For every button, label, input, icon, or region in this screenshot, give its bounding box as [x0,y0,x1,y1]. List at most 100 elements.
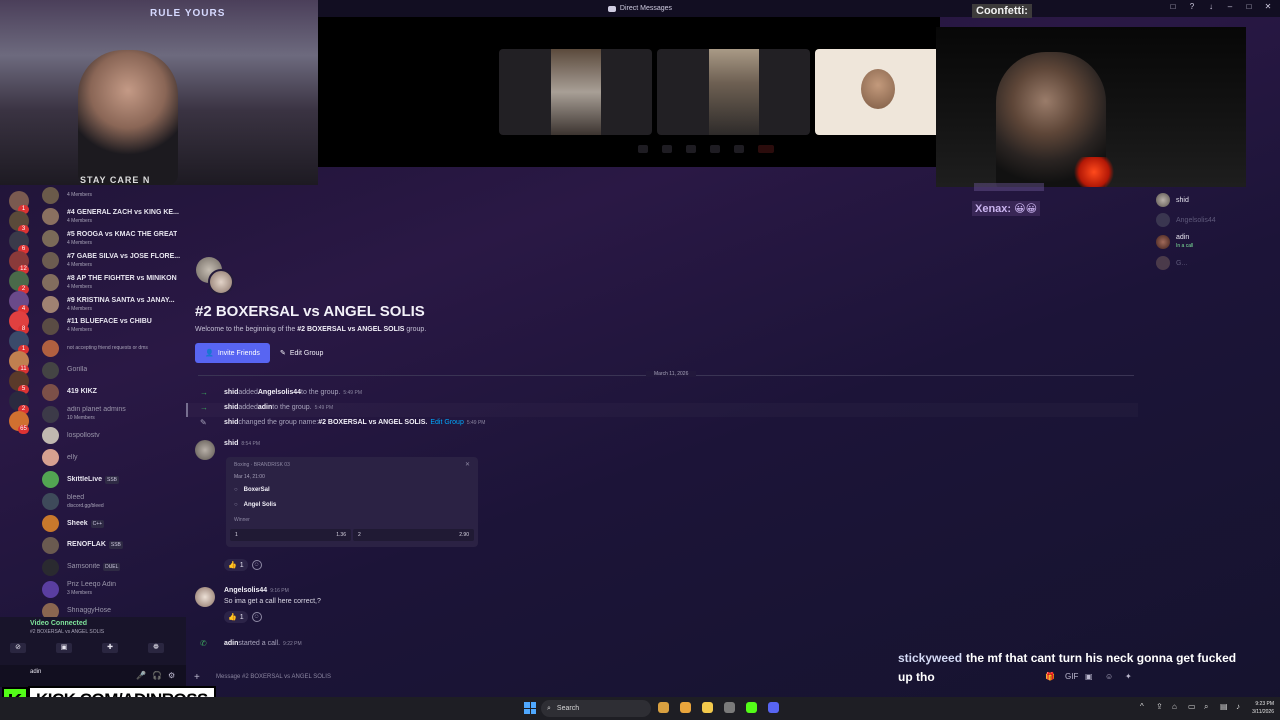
activities-icon[interactable] [710,145,720,153]
screen-share-button[interactable]: ▣ [56,643,72,653]
maximize-button[interactable]: □ [1245,3,1253,11]
taskbar-app-icon[interactable] [702,702,713,713]
tray-icon[interactable]: ⇪ [1156,703,1164,711]
taskbar-search[interactable]: ⌕ Search [541,700,651,717]
welcome-text: Welcome to the beginning of the #2 BOXER… [195,326,426,333]
dm-list-item[interactable]: #8 AP THE FIGHTER vs MINIKON 4 Members [42,273,187,293]
dm-list-item[interactable]: elly [42,448,187,468]
call-controls [638,145,774,153]
dm-list-item[interactable]: bleed discord.gg/bleed [42,492,187,512]
reaction-thumbs-up[interactable]: 👍 1 [224,611,248,623]
odds-label: 2 [358,532,361,538]
bet-option[interactable]: Angel Solis [234,502,277,508]
dm-list-item[interactable]: #7 GABE SILVA vs JOSE FLORE... 4 Members [42,251,187,271]
dm-list-item[interactable]: #4 GENERAL ZACH vs KING KE... 4 Members [42,207,187,227]
author-name[interactable]: Angelsolis44 [224,587,267,594]
inbox-icon[interactable]: □ [1169,3,1177,11]
actor-name[interactable]: shid [224,404,238,411]
minimize-button[interactable]: – [1226,3,1234,11]
dm-list-item[interactable]: adin planet admins 10 Members [42,404,187,424]
dm-list-item[interactable]: Gorilla [42,360,187,380]
edit-group-button[interactable]: ✎ Edit Group [280,343,323,363]
dm-list-item[interactable]: #11 BLUEFACE vs CHIBU 4 Members [42,316,187,336]
dm-list-item[interactable]: #9 KRISTINA SANTA vs JANAY... 4 Members [42,295,187,315]
video-tile[interactable] [815,49,940,135]
clock[interactable]: 9:23 PM 3/11/2026 [1252,700,1274,716]
tray-icon[interactable]: ⌂ [1172,703,1180,711]
video-tile[interactable] [499,49,652,135]
download-icon[interactable]: ↓ [1207,3,1215,11]
timestamp: 8:54 PM [241,441,261,447]
soundboard-button[interactable]: ❁ [148,643,164,653]
actor-name[interactable]: adin [224,640,238,647]
mic-icon[interactable] [638,145,648,153]
dm-list-item[interactable]: lospollostv [42,426,187,446]
tray-icon[interactable]: ▤ [1220,703,1228,711]
actor-name[interactable]: shid [224,389,238,396]
video-tile[interactable] [657,49,810,135]
dm-list-item[interactable]: Priz Leeqo Adin 3 Members [42,579,187,599]
username[interactable]: adin [30,669,41,675]
invite-friends-button[interactable]: 👤 Invite Friends [195,343,270,363]
dm-list-item[interactable]: 4 Members [42,185,187,205]
dm-list-item[interactable]: 419 KIKZ [42,382,187,402]
attach-plus-icon[interactable]: + [194,672,204,683]
dm-list-item[interactable]: not accepting friend requests or dms [42,338,187,358]
help-icon[interactable]: ? [1188,3,1196,11]
add-reaction-icon[interactable]: ☺ [251,560,262,570]
member-item[interactable]: Angelsolis44 [1156,213,1216,227]
taskbar-app-icon[interactable] [680,702,691,713]
edit-group-link[interactable]: Edit Group [430,419,463,426]
camera-off-button[interactable]: ⊘ [10,643,26,653]
bet-option[interactable]: BoxerSal [234,487,270,493]
avatar [1156,213,1170,227]
close-icon[interactable]: ✕ [465,461,470,468]
taskbar-app-icon[interactable] [658,702,669,713]
tray-icon[interactable]: ▭ [1188,703,1196,711]
member-item[interactable]: G... [1156,256,1187,270]
dm-list-item[interactable]: #5 ROOGA vs KMAC THE GREAT 4 Members [42,229,187,249]
tray-icon[interactable]: ♪ [1236,703,1244,711]
dm-subtitle: 4 Members [67,305,93,312]
reaction-thumbs-up[interactable]: 👍 1 [224,559,248,571]
taskbar-app-icon[interactable] [724,702,735,713]
close-button[interactable]: ✕ [1264,3,1272,11]
bet-embed[interactable]: Boxing · BRANDRISK 03 ✕ Mar 14, 21:00 Bo… [226,457,478,547]
actor-name[interactable]: shid [224,419,238,426]
soundboard-icon[interactable] [734,145,744,153]
author-name[interactable]: shid [224,440,238,447]
dm-list-item[interactable]: Sheek C++ [42,514,187,534]
screen-share-icon[interactable] [686,145,696,153]
odds-button[interactable]: 2 2.90 [353,529,474,541]
avatar[interactable] [195,587,215,607]
headphones-icon[interactable]: 🎧 [152,672,162,680]
guild-tag: C++ [90,519,105,528]
member-item[interactable]: shid [1156,193,1189,207]
dm-subtitle: 3 Members [67,590,93,597]
tray-icon[interactable]: ⌕ [1204,703,1212,711]
voice-channel[interactable]: #2 BOXERSAL vs ANGEL SOLIS [30,629,104,635]
settings-icon[interactable]: ⚙ [168,672,176,680]
hang-up-button[interactable] [758,145,774,153]
taskbar-app-icon[interactable] [768,702,779,713]
mic-icon[interactable]: 🎤 [136,672,146,680]
odds-value: 1.36 [336,532,346,538]
dm-subtitle: discord.gg/bleed [67,502,104,509]
add-reaction-icon[interactable]: ☺ [251,612,262,622]
dm-list-item[interactable]: RENOFLAK SSB [42,535,187,555]
tray-icon[interactable]: ^ [1140,703,1148,711]
member-name: adin [1176,234,1190,241]
start-button[interactable] [524,702,536,714]
member-item[interactable]: adin In a call [1156,234,1193,250]
target-name[interactable]: adin [258,404,272,411]
dm-list-item[interactable]: Samsonite DUEL [42,557,187,577]
odds-button[interactable]: 1 1.36 [230,529,351,541]
composer-placeholder[interactable]: Message #2 BOXERSAL vs ANGEL SOLIS [216,674,331,680]
dm-list-item[interactable]: SkittleLive SSB [42,470,187,490]
timestamp: 9:22 PM [283,640,302,647]
target-name[interactable]: Angelsolis44 [258,389,301,396]
taskbar-app-icon[interactable] [746,702,757,713]
camera-icon[interactable] [662,145,672,153]
activity-button[interactable]: ✚ [102,643,118,653]
avatar[interactable] [195,440,215,460]
